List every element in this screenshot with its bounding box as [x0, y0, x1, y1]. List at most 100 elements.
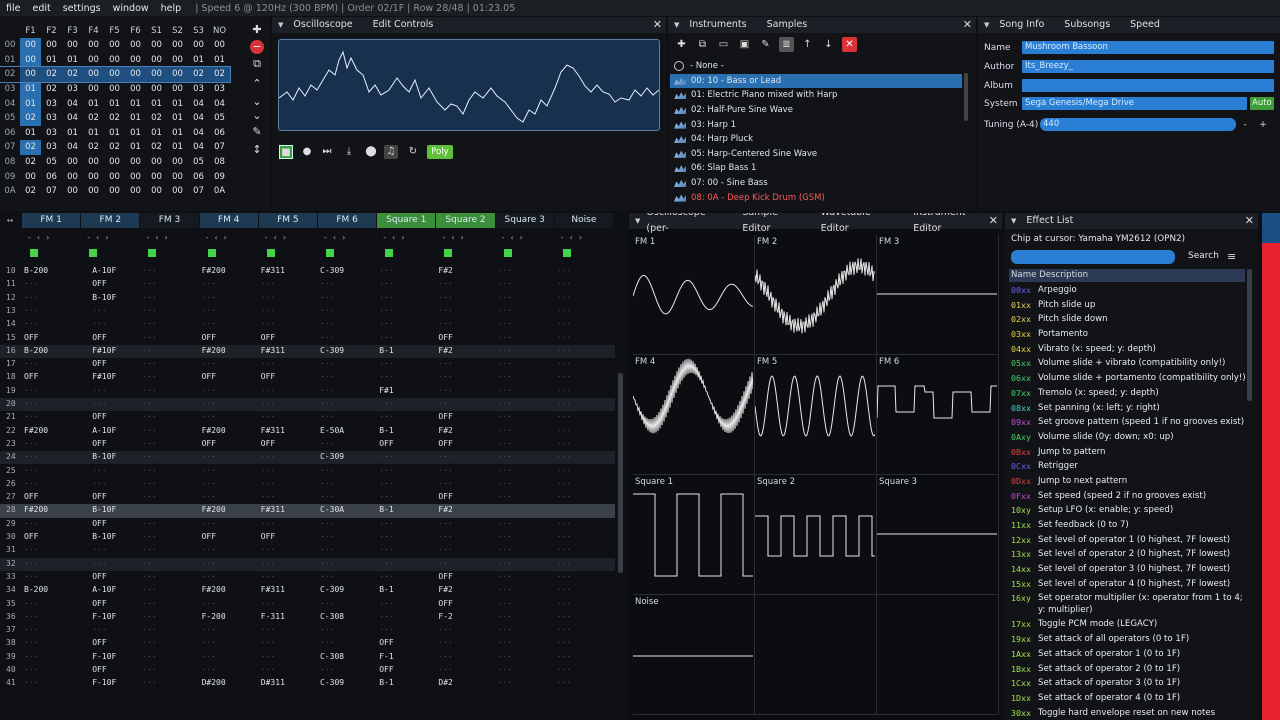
order-cell[interactable]: 01: [83, 96, 104, 111]
order-cell[interactable]: 03: [209, 82, 230, 97]
pattern-cell[interactable]: ···: [261, 652, 275, 661]
pattern-cell[interactable]: C-309: [320, 452, 344, 461]
pattern-row[interactable]: 22 F#200 A-10F ··· F#200 F#311 E-50A B-1 F#2 ··· ·…: [0, 425, 615, 438]
pattern-row[interactable]: 25 ··· ··· ··· ··· ··· ··· ··· ··· ··· ···: [0, 465, 615, 478]
tab-osc-per-channel[interactable]: Oscilloscope (per-: [640, 213, 736, 237]
pattern-cell[interactable]: OFF: [202, 532, 216, 541]
channel-arrows-icon[interactable]: -‹›: [265, 233, 315, 242]
order-cell[interactable]: 01: [146, 126, 167, 141]
order-cell[interactable]: 00: [188, 38, 209, 53]
order-cell[interactable]: 03: [62, 82, 83, 97]
pattern-cell[interactable]: ···: [557, 346, 571, 355]
pattern-cell[interactable]: D#2: [438, 678, 452, 687]
pattern-row[interactable]: 23 ··· OFF ··· OFF OFF ··· OFF OFF ··· ···: [0, 438, 615, 451]
pattern-cell[interactable]: OFF: [438, 439, 452, 448]
tab-song-info[interactable]: Song Info: [989, 17, 1054, 33]
pattern-cell[interactable]: ···: [557, 625, 571, 634]
pattern-cell[interactable]: OFF: [379, 439, 393, 448]
order-cell[interactable]: 01: [20, 81, 41, 97]
effect-item[interactable]: 17xx Toggle PCM mode (LEGACY): [1007, 617, 1247, 632]
pattern-cell[interactable]: ···: [261, 399, 275, 408]
duplicate-icon[interactable]: ⧉: [695, 37, 710, 52]
order-cell[interactable]: 02: [20, 140, 41, 155]
pattern-row[interactable]: 13 ··· ··· ··· ··· ··· ··· ··· ··· ··· ···: [0, 305, 615, 318]
order-cell[interactable]: 00: [146, 67, 167, 82]
collapse-icon[interactable]: ▼: [978, 21, 989, 29]
pattern-cell[interactable]: F#2: [438, 426, 452, 435]
order-cell[interactable]: 02: [188, 67, 209, 82]
pattern-cell[interactable]: ···: [557, 505, 571, 514]
pattern-row[interactable]: 35 ··· OFF ··· ··· ··· ··· ··· OFF ··· ···: [0, 598, 615, 611]
pattern-cell[interactable]: OFF: [24, 532, 38, 541]
channel-enable-toggle[interactable]: [266, 249, 275, 257]
order-cell[interactable]: 01: [125, 96, 146, 111]
edit-icon[interactable]: ✎: [758, 37, 773, 52]
pattern-cell[interactable]: ···: [557, 412, 571, 421]
tab-samples[interactable]: Samples: [757, 17, 818, 33]
instrument-item[interactable]: 07: 00 - Sine Bass: [670, 176, 962, 191]
pattern-cell[interactable]: ···: [24, 625, 38, 634]
order-row[interactable]: 04 01 03 04 01 01 01 01 01 04 04: [0, 96, 230, 111]
pattern-cell[interactable]: ···: [142, 346, 156, 355]
order-cell[interactable]: 00: [167, 38, 188, 53]
pattern-cell[interactable]: ···: [498, 479, 512, 488]
move-down-icon[interactable]: ⌄: [250, 95, 264, 109]
pattern-cell[interactable]: ···: [379, 599, 393, 608]
pattern-cell[interactable]: ···: [438, 652, 452, 661]
pattern-cell[interactable]: OFF: [92, 439, 106, 448]
pattern-cell[interactable]: ···: [261, 466, 275, 475]
pattern-cell[interactable]: ···: [142, 638, 156, 647]
channel-arrows-icon[interactable]: -‹›: [146, 233, 196, 242]
pattern-cell[interactable]: ···: [202, 479, 216, 488]
pattern-cell[interactable]: OFF: [202, 333, 216, 342]
order-cell[interactable]: 01: [167, 111, 188, 126]
effect-item[interactable]: 12xx Set level of operator 1 (0 highest, …: [1007, 533, 1247, 548]
pattern-cell[interactable]: ···: [202, 665, 216, 674]
pattern-scrollbar[interactable]: [618, 373, 623, 573]
order-cell[interactable]: 00: [62, 155, 83, 170]
order-row[interactable]: 01 00 01 01 00 00 00 00 00 01 01: [0, 52, 230, 68]
pattern-cell[interactable]: ···: [557, 559, 571, 568]
effect-item[interactable]: 16xy Set operator multiplier (x: operator…: [1007, 591, 1247, 617]
pattern-cell[interactable]: B-1: [379, 426, 393, 435]
pattern-cell[interactable]: ···: [202, 306, 216, 315]
pattern-cell[interactable]: ···: [557, 399, 571, 408]
channel-header[interactable]: FM 1: [22, 213, 81, 228]
pattern-cell[interactable]: OFF: [438, 412, 452, 421]
step-icon[interactable]: ⏭: [320, 145, 334, 159]
pattern-cell[interactable]: ···: [438, 545, 452, 554]
pattern-cell[interactable]: ···: [320, 333, 334, 342]
pattern-cell[interactable]: ···: [438, 559, 452, 568]
pattern-cell[interactable]: ···: [379, 492, 393, 501]
pattern-cell[interactable]: ···: [24, 279, 38, 288]
pattern-cell[interactable]: ···: [379, 612, 393, 621]
pattern-cell[interactable]: ···: [261, 279, 275, 288]
order-cell[interactable]: 09: [209, 169, 230, 184]
pattern-cell[interactable]: ···: [557, 638, 571, 647]
channel-enable-toggle[interactable]: [30, 249, 38, 257]
pattern-cell[interactable]: ···: [557, 492, 571, 501]
order-cell[interactable]: 00: [62, 184, 83, 199]
pattern-cell[interactable]: F-10F: [92, 612, 116, 621]
pattern-cell[interactable]: C-309: [320, 678, 344, 687]
pattern-cell[interactable]: F#10F: [92, 372, 116, 381]
pattern-cell[interactable]: ···: [142, 426, 156, 435]
channel-header[interactable]: FM 3: [140, 213, 199, 228]
order-cell[interactable]: 00: [167, 67, 188, 82]
pattern-cell[interactable]: ···: [320, 532, 334, 541]
pattern-cell[interactable]: ···: [498, 439, 512, 448]
pattern-cell[interactable]: ···: [24, 319, 38, 328]
pattern-cell[interactable]: ···: [498, 306, 512, 315]
pattern-cell[interactable]: ···: [379, 519, 393, 528]
tab-wavetable-editor[interactable]: Wavetable Editor: [815, 213, 908, 237]
order-cell[interactable]: 02: [83, 140, 104, 155]
pattern-cell[interactable]: A-10F: [92, 585, 116, 594]
pattern-row[interactable]: 10 B-200 A-10F ··· F#200 F#311 C-309 ··· F#2 ··· ·…: [0, 265, 615, 278]
pattern-cell[interactable]: ···: [557, 572, 571, 581]
move-down-icon[interactable]: ↓: [821, 37, 836, 52]
pattern-cell[interactable]: ···: [320, 359, 334, 368]
pattern-cell[interactable]: ···: [557, 665, 571, 674]
pattern-cell[interactable]: ···: [142, 359, 156, 368]
effect-item[interactable]: 05xx Volume slide + vibrato (compatibilit…: [1007, 356, 1247, 371]
order-cell[interactable]: 03: [41, 140, 62, 155]
